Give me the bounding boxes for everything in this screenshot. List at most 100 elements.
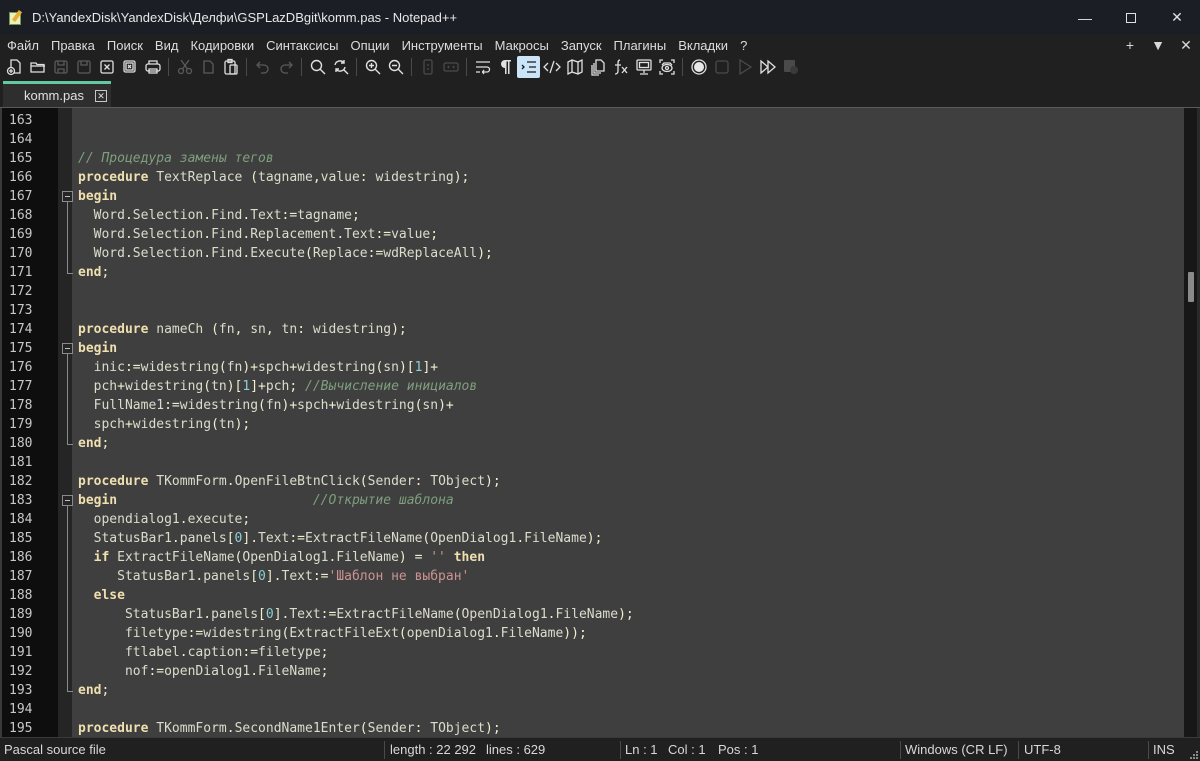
minimize-button[interactable]: — [1062, 0, 1108, 35]
code-line[interactable]: FullName1:=widestring(fn)+spch+widestrin… [78, 396, 1184, 415]
line-number[interactable]: 179 [9, 415, 49, 434]
code-line[interactable]: end; [78, 681, 1184, 700]
open-file-button[interactable] [26, 56, 49, 78]
code-line[interactable]: Word.Selection.Find.Execute(Replace:=wdR… [78, 244, 1184, 263]
maximize-button[interactable] [1108, 0, 1154, 35]
line-number[interactable]: 177 [9, 377, 49, 396]
fold-toggle-icon[interactable] [62, 343, 73, 354]
line-number[interactable]: 180 [9, 434, 49, 453]
code-line[interactable] [78, 453, 1184, 472]
code-line[interactable]: procedure nameCh (fn, sn, tn: widestring… [78, 320, 1184, 339]
line-number[interactable]: 165 [9, 149, 49, 168]
line-number[interactable]: 174 [9, 320, 49, 339]
code-line[interactable] [78, 301, 1184, 320]
line-number[interactable]: 170 [9, 244, 49, 263]
save-button[interactable] [49, 56, 72, 78]
line-number[interactable]: 190 [9, 624, 49, 643]
copy-button[interactable] [196, 56, 219, 78]
save-all-button[interactable] [72, 56, 95, 78]
menu-help[interactable]: ? [733, 38, 752, 53]
code-line[interactable]: StatusBar1.panels[0].Text:=ExtractFileNa… [78, 529, 1184, 548]
code-line[interactable]: // Процедура замены тегов [78, 149, 1184, 168]
line-number[interactable]: 195 [9, 719, 49, 738]
code-line[interactable]: else [78, 586, 1184, 605]
menu-settings[interactable]: Опции [343, 38, 394, 53]
code-line[interactable]: if ExtractFileName(OpenDialog1.FileName)… [78, 548, 1184, 567]
line-number[interactable]: 171 [9, 263, 49, 282]
redo-button[interactable] [274, 56, 297, 78]
menu-window[interactable]: Вкладки [671, 38, 733, 53]
tab-close-icon[interactable]: ✕ [95, 90, 107, 102]
code-line[interactable]: Word.Selection.Find.Replacement.Text:=va… [78, 225, 1184, 244]
sync-horizontal-button[interactable] [439, 56, 462, 78]
document-map-button[interactable] [563, 56, 586, 78]
encoding-status[interactable]: UTF-8 [1024, 738, 1061, 761]
monitoring-button[interactable] [632, 56, 655, 78]
resize-grip-icon[interactable] [1188, 749, 1198, 759]
code-line[interactable]: procedure TKommForm.OpenFileBtnClick(Sen… [78, 472, 1184, 491]
code-line[interactable]: StatusBar1.panels[0].Text:='Шаблон не вы… [78, 567, 1184, 586]
menu-macro[interactable]: Макросы [488, 38, 554, 53]
code-line[interactable]: spch+widestring(tn); [78, 415, 1184, 434]
menu-view[interactable]: Вид [148, 38, 184, 53]
line-number[interactable]: 181 [9, 453, 49, 472]
document-list-button[interactable] [586, 56, 609, 78]
macro-record-button[interactable] [687, 56, 710, 78]
menu-plugins[interactable]: Плагины [607, 38, 672, 53]
macro-stop-button[interactable] [710, 56, 733, 78]
scrollbar-thumb[interactable] [1188, 272, 1194, 302]
close-all-button[interactable] [118, 56, 141, 78]
line-number[interactable]: 163 [9, 111, 49, 130]
code-line[interactable]: ftlabel.caption:=filetype; [78, 643, 1184, 662]
code-line[interactable]: begin //Открытие шаблона [78, 491, 1184, 510]
cut-button[interactable] [173, 56, 196, 78]
code-line[interactable]: pch+widestring(tn)[1]+pch; //Вычисление … [78, 377, 1184, 396]
xml-tags-button[interactable] [540, 56, 563, 78]
line-number[interactable]: 183 [9, 491, 49, 510]
new-tab-button[interactable]: + [1116, 37, 1144, 53]
fold-toggle-icon[interactable] [62, 191, 73, 202]
macro-save-button[interactable] [779, 56, 802, 78]
line-number[interactable]: 167 [9, 187, 49, 206]
menu-tools[interactable]: Инструменты [395, 38, 488, 53]
code-line[interactable]: inic:=widestring(fn)+spch+widestring(sn)… [78, 358, 1184, 377]
line-number[interactable]: 189 [9, 605, 49, 624]
code-line[interactable]: StatusBar1.panels[0].Text:=ExtractFileNa… [78, 605, 1184, 624]
close-button[interactable] [95, 56, 118, 78]
menu-file[interactable]: Файл [0, 38, 44, 53]
line-number[interactable]: 169 [9, 225, 49, 244]
code-area[interactable]: // Процедура замены тегов procedure TextR… [72, 108, 1184, 737]
function-list-button[interactable] [609, 56, 632, 78]
replace-button[interactable] [329, 56, 352, 78]
code-line[interactable]: end; [78, 263, 1184, 282]
line-number[interactable]: 166 [9, 168, 49, 187]
fold-toggle-icon[interactable] [62, 495, 73, 506]
macro-play-button[interactable] [733, 56, 756, 78]
code-line[interactable]: begin [78, 339, 1184, 358]
tab-list-button[interactable]: ▼ [1144, 37, 1172, 53]
code-line[interactable]: procedure TextReplace (tagname,value: wi… [78, 168, 1184, 187]
word-wrap-button[interactable] [471, 56, 494, 78]
folder-as-workspace-button[interactable] [655, 56, 678, 78]
code-line[interactable]: procedure TKommForm.SecondName1Enter(Sen… [78, 719, 1184, 737]
line-number[interactable]: 178 [9, 396, 49, 415]
line-number[interactable]: 164 [9, 130, 49, 149]
tab-komm-pas[interactable]: komm.pas ✕ [3, 81, 111, 107]
code-line[interactable] [78, 700, 1184, 719]
close-window-button[interactable]: ✕ [1154, 0, 1200, 35]
code-line[interactable] [78, 111, 1184, 130]
macro-run-multiple-button[interactable] [756, 56, 779, 78]
code-line[interactable]: filetype:=widestring(ExtractFileExt(open… [78, 624, 1184, 643]
code-line[interactable] [78, 282, 1184, 301]
menu-encoding[interactable]: Кодировки [183, 38, 259, 53]
vertical-scrollbar[interactable] [1184, 108, 1197, 737]
line-number[interactable]: 185 [9, 529, 49, 548]
code-line[interactable]: nof:=openDialog1.FileName; [78, 662, 1184, 681]
code-editor[interactable]: 163 164 165 166 167 168 169 170 171 172 173 174 175 1… [0, 107, 1200, 737]
code-line[interactable]: begin [78, 187, 1184, 206]
zoom-out-button[interactable] [384, 56, 407, 78]
code-line[interactable]: opendialog1.execute; [78, 510, 1184, 529]
line-number[interactable]: 191 [9, 643, 49, 662]
menu-search[interactable]: Поиск [100, 38, 148, 53]
sync-vertical-button[interactable] [416, 56, 439, 78]
